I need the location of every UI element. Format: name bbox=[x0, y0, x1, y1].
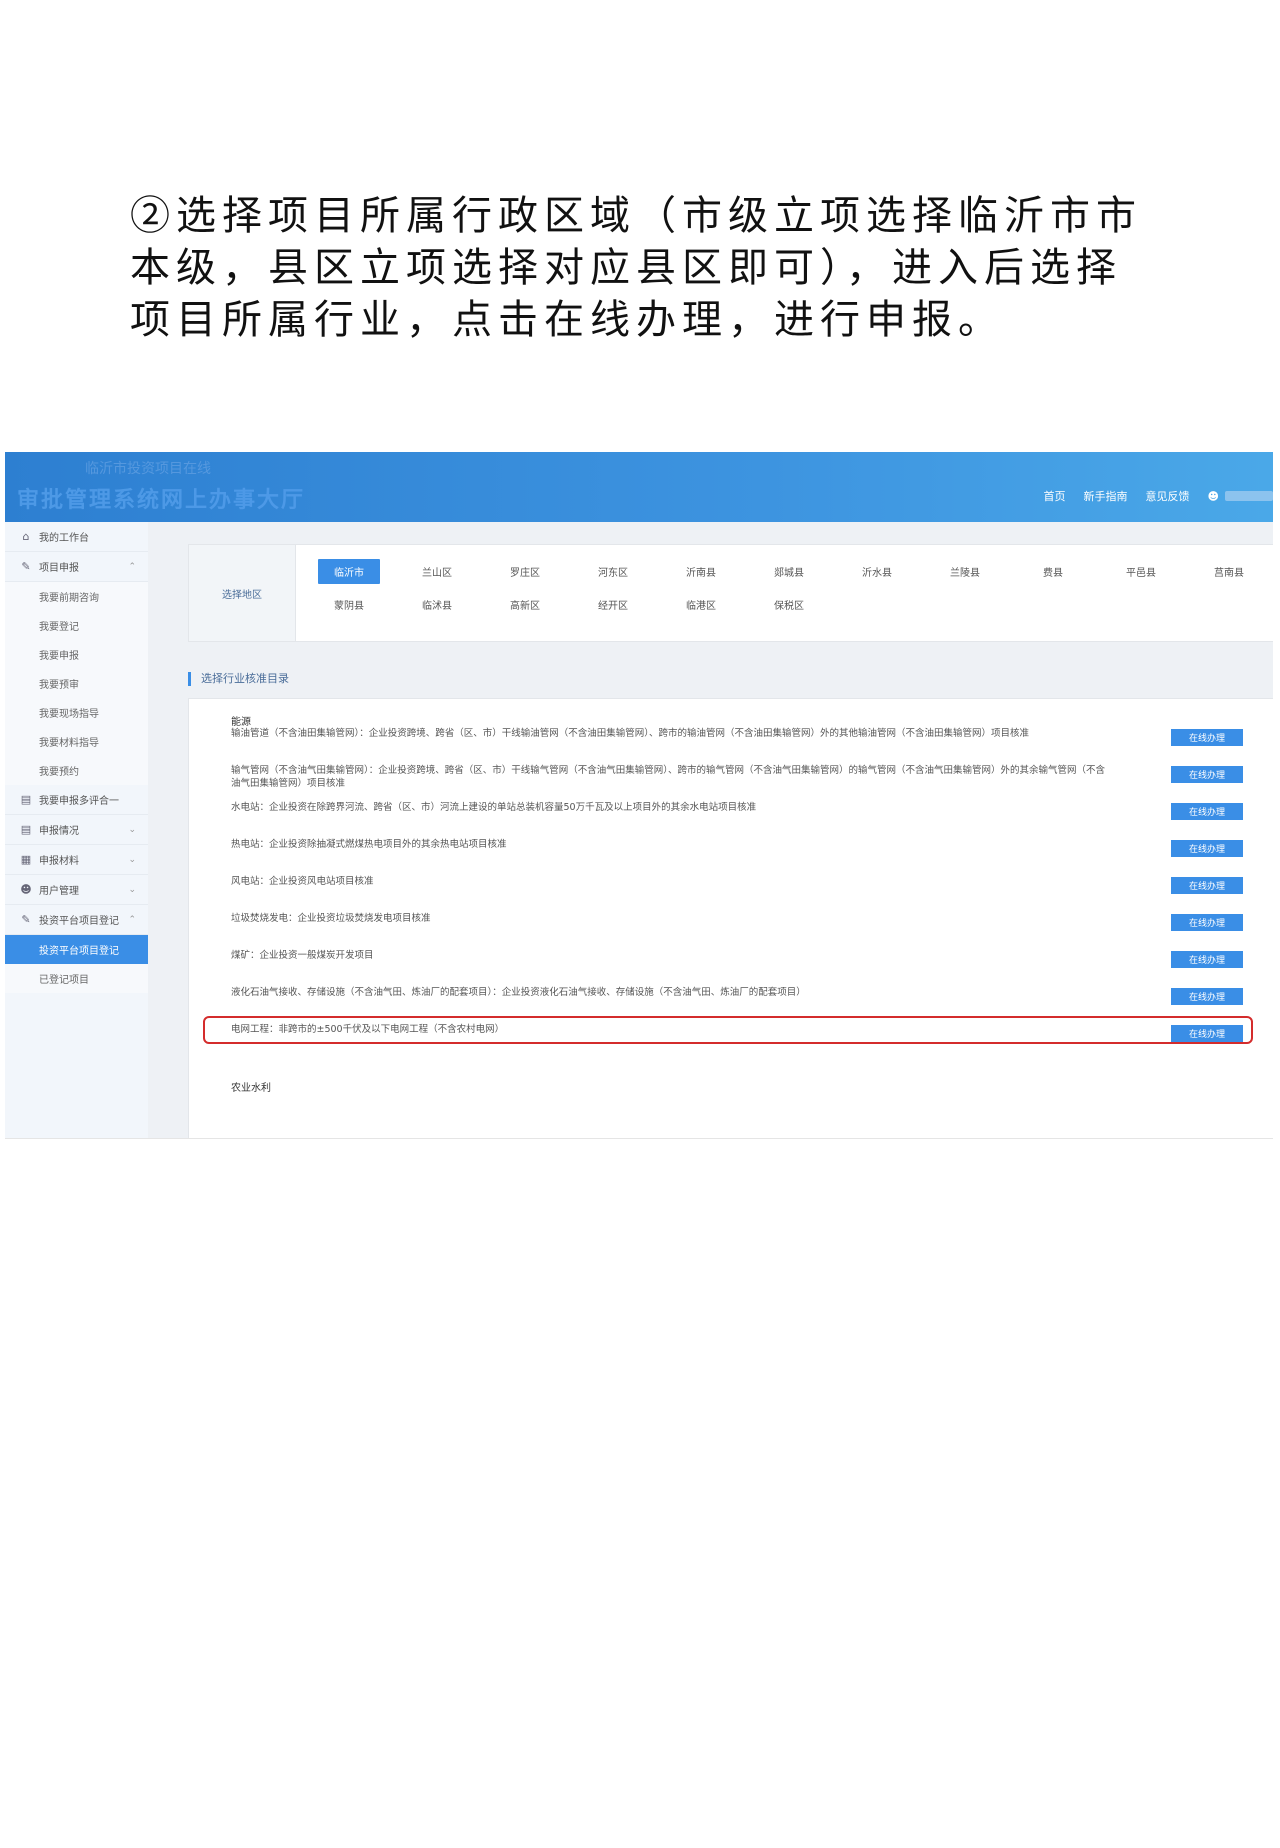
sidebar-item-label: 项目申报 bbox=[39, 563, 79, 574]
sidebar-item-label: 我要申报多评合一 bbox=[39, 796, 119, 807]
user-icon: ☻ bbox=[1207, 489, 1219, 503]
sidebar-sub-registered-projects[interactable]: 已登记项目 bbox=[5, 964, 148, 993]
home-icon: ⌂ bbox=[22, 530, 30, 543]
nav-feedback[interactable]: 意见反馈 bbox=[1146, 488, 1190, 504]
region-option[interactable]: 蒙阴县 bbox=[305, 588, 393, 621]
sidebar-sub-register[interactable]: 我要登记 bbox=[5, 611, 148, 640]
sidebar-item-workbench[interactable]: ⌂ 我的工作台 bbox=[5, 522, 148, 552]
sidebar-sub-appointment[interactable]: 我要预约 bbox=[5, 756, 148, 785]
region-option[interactable]: 保税区 bbox=[745, 588, 833, 621]
region-selector: 选择地区 临沂市 兰山区 罗庄区 河东区 沂南县 郯城县 沂水县 兰陵县 费县 … bbox=[188, 544, 1273, 642]
sidebar-sub-apply[interactable]: 我要申报 bbox=[5, 640, 148, 669]
region-option[interactable]: 平邑县 bbox=[1097, 555, 1185, 588]
sidebar-item-apply-materials[interactable]: ▦ 申报材料 ⌄ bbox=[5, 845, 148, 875]
folder-icon: ▤ bbox=[20, 793, 32, 806]
region-option[interactable]: 郯城县 bbox=[745, 555, 833, 588]
region-option[interactable]: 临港区 bbox=[657, 588, 745, 621]
highlight-box bbox=[203, 1016, 1253, 1044]
region-option[interactable]: 莒南县 bbox=[1185, 555, 1273, 588]
region-option[interactable]: 高新区 bbox=[481, 588, 569, 621]
chevron-up-icon: ⌃ bbox=[128, 561, 136, 572]
sidebar-item-label: 申报材料 bbox=[39, 856, 79, 867]
user-icon: ☻ bbox=[20, 883, 32, 896]
catalog-row: 输油管道（不含油田集输管网）：企业投资跨境、跨省（区、市）干线输油管网（不含油田… bbox=[231, 727, 1243, 761]
catalog-row-text: 液化石油气接收、存储设施（不含油气田、炼油厂的配套项目）：企业投资液化石油气接收… bbox=[231, 987, 806, 998]
online-apply-button[interactable]: 在线办理 bbox=[1171, 840, 1243, 857]
catalog-row: 垃圾焚烧发电：企业投资垃圾焚烧发电项目核准 在线办理 bbox=[231, 912, 1243, 946]
catalog-section-title: 选择行业核准目录 bbox=[188, 672, 289, 686]
sidebar-sub-platform-register[interactable]: 投资平台项目登记 bbox=[5, 935, 148, 964]
catalog-row: 风电站：企业投资风电站项目核准 在线办理 bbox=[231, 875, 1243, 909]
region-option[interactable]: 河东区 bbox=[569, 555, 657, 588]
region-option[interactable]: 沂南县 bbox=[657, 555, 745, 588]
edit-doc-icon: ✎ bbox=[21, 913, 31, 926]
online-apply-button[interactable]: 在线办理 bbox=[1171, 766, 1243, 783]
chevron-up-icon: ⌃ bbox=[128, 914, 136, 925]
catalog-row: 热电站：企业投资除抽凝式燃煤热电项目外的其余热电站项目核准 在线办理 bbox=[231, 838, 1243, 872]
catalog-row-text: 输油管道（不含油田集输管网）：企业投资跨境、跨省（区、市）干线输油管网（不含油田… bbox=[231, 728, 1030, 739]
region-option[interactable]: 罗庄区 bbox=[481, 555, 569, 588]
logo-subtitle: 临沂市投资项目在线 bbox=[85, 461, 211, 477]
chevron-down-icon: ⌄ bbox=[128, 884, 136, 895]
catalog-row: 水电站：企业投资在除跨界河流、跨省（区、市）河流上建设的单站总装机容量50万千瓦… bbox=[231, 801, 1243, 835]
sidebar-item-project-apply[interactable]: ✎ 项目申报 ⌃ bbox=[5, 552, 148, 582]
catalog-row: 输气管网（不含油气田集输管网）：企业投资跨境、跨省（区、市）干线输气管网（不含油… bbox=[231, 764, 1243, 798]
online-apply-button[interactable]: 在线办理 bbox=[1171, 729, 1243, 746]
instruction-text: ②选择项目所属行政区域（市级立项选择临沂市市本级，县区立项选择对应县区即可），进… bbox=[130, 193, 1142, 343]
catalog-row-text: 水电站：企业投资在除跨界河流、跨省（区、市）河流上建设的单站总装机容量50万千瓦… bbox=[231, 802, 757, 813]
region-option[interactable]: 临沭县 bbox=[393, 588, 481, 621]
catalog-row-text: 煤矿：企业投资一般煤炭开发项目 bbox=[231, 950, 374, 961]
sidebar: ⌂ 我的工作台 ✎ 项目申报 ⌃ 我要前期咨询 我要登记 我要申报 我要预审 我… bbox=[5, 522, 149, 1138]
catalog-row: 煤矿：企业投资一般煤炭开发项目 在线办理 bbox=[231, 949, 1243, 983]
top-nav: 首页 新手指南 意见反馈 ☻ bbox=[1044, 488, 1273, 504]
chevron-down-icon: ⌄ bbox=[128, 824, 136, 835]
catalog-row-text: 输气管网（不含油气田集输管网）：企业投资跨境、跨省（区、市）干线输气管网（不含油… bbox=[231, 765, 1106, 789]
region-option[interactable]: 沂水县 bbox=[833, 555, 921, 588]
sidebar-sub-consult[interactable]: 我要前期咨询 bbox=[5, 582, 148, 611]
sidebar-sub-pre-review[interactable]: 我要预审 bbox=[5, 669, 148, 698]
sidebar-item-multi-eval[interactable]: ▤ 我要申报多评合一 bbox=[5, 785, 148, 815]
catalog-row-text: 垃圾焚烧发电：企业投资垃圾焚烧发电项目核准 bbox=[231, 913, 431, 924]
folder-icon: ▤ bbox=[20, 823, 32, 836]
region-option-selected[interactable]: 临沂市 bbox=[305, 555, 393, 588]
category-title: 能源 bbox=[231, 717, 251, 728]
app-screenshot: 临沂市投资项目在线 审批管理系统网上办事大厅 首页 新手指南 意见反馈 ☻ ⌂ … bbox=[5, 452, 1273, 1139]
online-apply-button[interactable]: 在线办理 bbox=[1171, 951, 1243, 968]
catalog-list: 能源 输油管道（不含油田集输管网）：企业投资跨境、跨省（区、市）干线输油管网（不… bbox=[188, 698, 1273, 1138]
online-apply-button[interactable]: 在线办理 bbox=[1171, 877, 1243, 894]
sidebar-item-label: 申报情况 bbox=[39, 826, 79, 837]
user-menu[interactable]: ☻ bbox=[1208, 490, 1273, 503]
logo-title[interactable]: 审批管理系统网上办事大厅 bbox=[17, 482, 305, 514]
edit-doc-icon: ✎ bbox=[21, 560, 31, 573]
sidebar-item-label: 我的工作台 bbox=[39, 533, 89, 544]
online-apply-button[interactable]: 在线办理 bbox=[1171, 803, 1243, 820]
region-option[interactable]: 经开区 bbox=[569, 588, 657, 621]
region-option[interactable]: 兰山区 bbox=[393, 555, 481, 588]
sidebar-sub-site-guide[interactable]: 我要现场指导 bbox=[5, 698, 148, 727]
sidebar-sub-material-guide[interactable]: 我要材料指导 bbox=[5, 727, 148, 756]
catalog-row-text: 热电站：企业投资除抽凝式燃煤热电项目外的其余热电站项目核准 bbox=[231, 839, 507, 850]
sidebar-item-label: 用户管理 bbox=[39, 886, 79, 897]
region-option[interactable]: 费县 bbox=[1009, 555, 1097, 588]
main-content: 选择地区 临沂市 兰山区 罗庄区 河东区 沂南县 郯城县 沂水县 兰陵县 费县 … bbox=[148, 522, 1273, 1138]
nav-home[interactable]: 首页 bbox=[1044, 488, 1066, 504]
top-bar: 临沂市投资项目在线 审批管理系统网上办事大厅 首页 新手指南 意见反馈 ☻ bbox=[5, 452, 1273, 522]
chevron-down-icon: ⌄ bbox=[128, 854, 136, 865]
region-option[interactable]: 兰陵县 bbox=[921, 555, 1009, 588]
catalog-row: 液化石油气接收、存储设施（不含油气田、炼油厂的配套项目）：企业投资液化石油气接收… bbox=[231, 986, 1243, 1020]
region-grid: 临沂市 兰山区 罗庄区 河东区 沂南县 郯城县 沂水县 兰陵县 费县 平邑县 莒… bbox=[305, 555, 1273, 621]
online-apply-button[interactable]: 在线办理 bbox=[1171, 914, 1243, 931]
sidebar-item-label: 投资平台项目登记 bbox=[39, 916, 119, 927]
region-label: 选择地区 bbox=[189, 545, 296, 641]
online-apply-button[interactable]: 在线办理 bbox=[1171, 988, 1243, 1005]
username-redacted bbox=[1225, 491, 1273, 501]
catalog-row-text: 风电站：企业投资风电站项目核准 bbox=[231, 876, 374, 887]
next-category-title: 农业水利 bbox=[231, 1083, 271, 1094]
nav-guide[interactable]: 新手指南 bbox=[1084, 488, 1128, 504]
sidebar-item-user-manage[interactable]: ☻ 用户管理 ⌄ bbox=[5, 875, 148, 905]
sidebar-item-platform-register[interactable]: ✎ 投资平台项目登记 ⌃ bbox=[5, 905, 148, 935]
sidebar-item-apply-status[interactable]: ▤ 申报情况 ⌄ bbox=[5, 815, 148, 845]
stack-icon: ▦ bbox=[20, 853, 32, 866]
